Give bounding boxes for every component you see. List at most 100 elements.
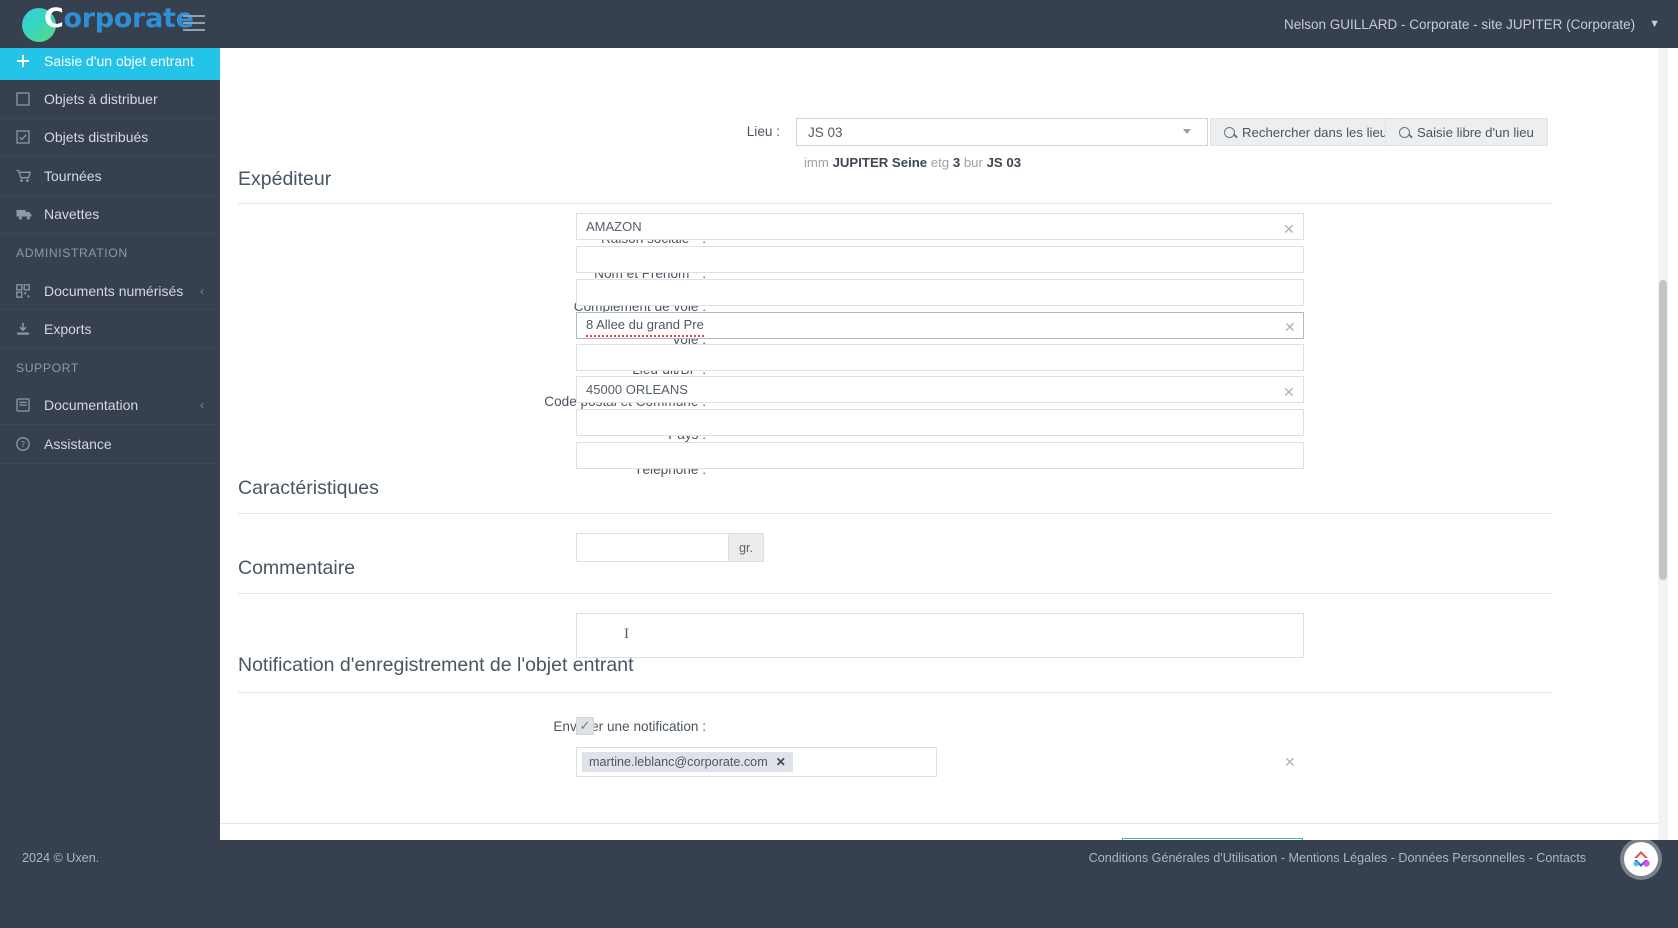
breadcrumb-bur-key: bur	[963, 155, 983, 170]
logo-rest: orporate	[63, 3, 194, 34]
clear-icon[interactable]: ✕	[1283, 385, 1295, 399]
sidebar-item-label: Objets distribués	[44, 129, 149, 146]
sidebar-section-administration: ADMINISTRATION	[0, 233, 220, 272]
logo-text: Corporate	[44, 3, 194, 34]
breadcrumb-bur-value: JS 03	[986, 155, 1022, 170]
sidebar-item-label: Saisie d'un objet entrant	[44, 52, 194, 69]
download-icon	[16, 322, 40, 336]
remove-tag-icon[interactable]: ✕	[776, 755, 786, 769]
question-icon: ?	[16, 436, 40, 451]
lieu-select-value: JS 03	[808, 125, 843, 140]
sidebar-item-label: Objets à distribuer	[44, 91, 158, 108]
chevron-down-icon: ▼	[1649, 18, 1660, 30]
email-tag: martine.leblanc@corporate.com ✕	[582, 752, 793, 772]
truck-icon	[16, 207, 40, 221]
sidebar-section-support: SUPPORT	[0, 348, 220, 387]
sidebar-item-documentation[interactable]: Documentation ‹	[0, 387, 220, 426]
square-icon	[16, 92, 40, 106]
section-divider	[238, 513, 1553, 514]
breadcrumb-imm-key: imm	[804, 155, 829, 170]
svg-text:?: ?	[21, 439, 25, 449]
envoyer-notification-checkbox[interactable]: ✓	[576, 717, 594, 735]
check-icon: ✓	[579, 718, 591, 733]
chevron-down-icon	[1183, 129, 1191, 134]
email-tag-text: martine.leblanc@corporate.com	[589, 755, 768, 769]
sidebar-item-label: Navettes	[44, 206, 100, 223]
brand-zone: Corporate	[0, 0, 220, 48]
sidebar-item-objets-distribues[interactable]: Objets distribués	[0, 119, 220, 158]
help-widget-icon[interactable]	[1624, 842, 1658, 876]
sidebar-item-label: Tournées	[44, 167, 102, 184]
telephone-input[interactable]	[576, 442, 1304, 469]
section-divider	[238, 203, 1553, 204]
pays-input[interactable]	[576, 409, 1304, 436]
app-logo[interactable]: Corporate	[22, 3, 194, 42]
scrollbar-thumb[interactable]	[1659, 280, 1667, 580]
email-notification-input[interactable]: martine.leblanc@corporate.com ✕	[576, 747, 937, 777]
search-icon	[1224, 126, 1235, 138]
breadcrumb-etg-value: 3	[952, 155, 961, 170]
sidebar-item-documents-numerises[interactable]: Documents numérisés ‹	[0, 272, 220, 311]
hamburger-icon[interactable]	[183, 15, 205, 33]
search-icon	[1399, 126, 1410, 138]
voie-input[interactable]: 8 Allee du grand Pre	[576, 312, 1304, 339]
lieu-breadcrumb: imm JUPITER Seine etg 3 bur JS 03	[804, 155, 1021, 170]
logo-capital: C	[44, 3, 64, 34]
main-content: Lieu : JS 03 Rechercher dans les lieux S…	[220, 48, 1678, 840]
lieu-dit-bp-input[interactable]	[576, 344, 1304, 371]
vertical-scrollbar[interactable]	[1658, 48, 1668, 840]
user-menu-label: Nelson GUILLARD - Corporate - site JUPIT…	[1284, 16, 1636, 32]
user-menu[interactable]: Nelson GUILLARD - Corporate - site JUPIT…	[1284, 0, 1660, 48]
section-title-commentaire: Commentaire	[238, 557, 356, 579]
sidebar: Saisie d'un objet entrant Objets à distr…	[0, 48, 220, 928]
envoyer-notification-label: Envoyer une notification :	[553, 719, 706, 734]
footer-copyright: 2024 © Uxen.	[22, 851, 100, 865]
sidebar-item-tournees[interactable]: Tournées	[0, 157, 220, 196]
poids-input[interactable]	[576, 533, 729, 562]
chevron-left-icon: ‹	[200, 283, 204, 298]
chevron-left-icon: ‹	[200, 398, 204, 413]
breadcrumb-etg-key: etg	[930, 155, 950, 170]
footer-links[interactable]: Conditions Générales d'Utilisation - Men…	[1089, 851, 1586, 865]
sidebar-item-label: Assistance	[44, 435, 112, 452]
clear-icon[interactable]: ✕	[1284, 320, 1296, 334]
section-title-caracteristiques: Caractéristiques	[238, 477, 379, 499]
cart-icon	[16, 169, 40, 183]
rechercher-label: Rechercher dans les lieux	[1242, 124, 1394, 140]
plus-icon	[16, 54, 40, 68]
raison-sociale-input[interactable]	[576, 213, 1304, 240]
code-postal-commune-input[interactable]	[576, 376, 1304, 403]
grid-icon	[16, 283, 40, 298]
poids-unit-label: gr.	[729, 533, 764, 562]
sidebar-item-label: Exports	[44, 321, 92, 338]
complement-voie-input[interactable]	[576, 279, 1304, 306]
text-cursor-icon: I	[624, 626, 629, 642]
sidebar-item-saisie-objet-entrant[interactable]: Saisie d'un objet entrant	[0, 48, 220, 81]
sidebar-item-assistance[interactable]: ? Assistance	[0, 425, 220, 464]
commentaire-textarea[interactable]	[576, 613, 1304, 658]
rechercher-dans-les-lieux-button[interactable]: Rechercher dans les lieux	[1210, 118, 1408, 146]
help-widget-glyph	[1633, 851, 1650, 867]
section-divider	[238, 593, 1553, 594]
clear-icon[interactable]: ✕	[1284, 754, 1296, 771]
section-title-expediteur: Expéditeur	[238, 168, 332, 190]
form-scroll-area: Lieu : JS 03 Rechercher dans les lieux S…	[220, 48, 1668, 840]
sidebar-item-label: Documentation	[44, 397, 139, 414]
section-title-notification: Notification d'enregistrement de l'objet…	[238, 654, 634, 676]
sidebar-item-exports[interactable]: Exports	[0, 310, 220, 349]
checked-square-icon	[16, 130, 40, 145]
lieu-label: Lieu :	[746, 124, 780, 139]
clear-icon[interactable]: ✕	[1283, 222, 1295, 236]
top-bar: Corporate Nelson GUILLARD - Corporate - …	[0, 0, 1678, 48]
breadcrumb-imm-value: JUPITER Seine	[832, 155, 928, 170]
sidebar-item-label: Documents numérisés	[44, 282, 184, 299]
book-icon	[16, 398, 40, 413]
section-divider	[238, 692, 1553, 693]
lieu-select[interactable]: JS 03	[796, 118, 1208, 146]
bottom-divider	[220, 823, 1668, 824]
nom-prenom-input[interactable]	[576, 246, 1304, 273]
sidebar-item-navettes[interactable]: Navettes	[0, 196, 220, 234]
saisie-libre-label: Saisie libre d'un lieu	[1417, 124, 1534, 140]
sidebar-item-objets-a-distribuer[interactable]: Objets à distribuer	[0, 80, 220, 119]
saisie-libre-lieu-button[interactable]: Saisie libre d'un lieu	[1385, 118, 1548, 146]
